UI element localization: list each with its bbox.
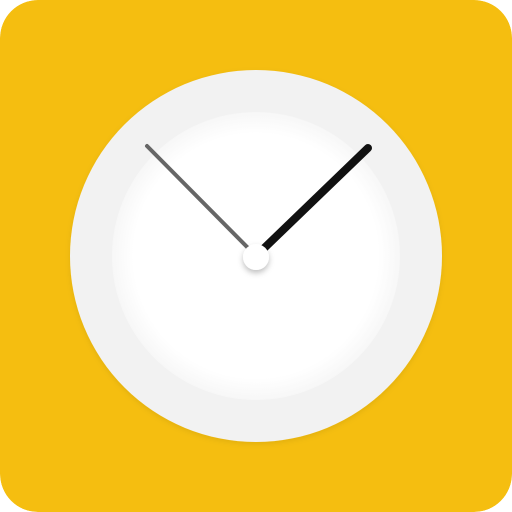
clock-app-icon[interactable] [0, 0, 512, 512]
clock-icon [0, 0, 512, 512]
clock-center-cap [243, 244, 269, 270]
